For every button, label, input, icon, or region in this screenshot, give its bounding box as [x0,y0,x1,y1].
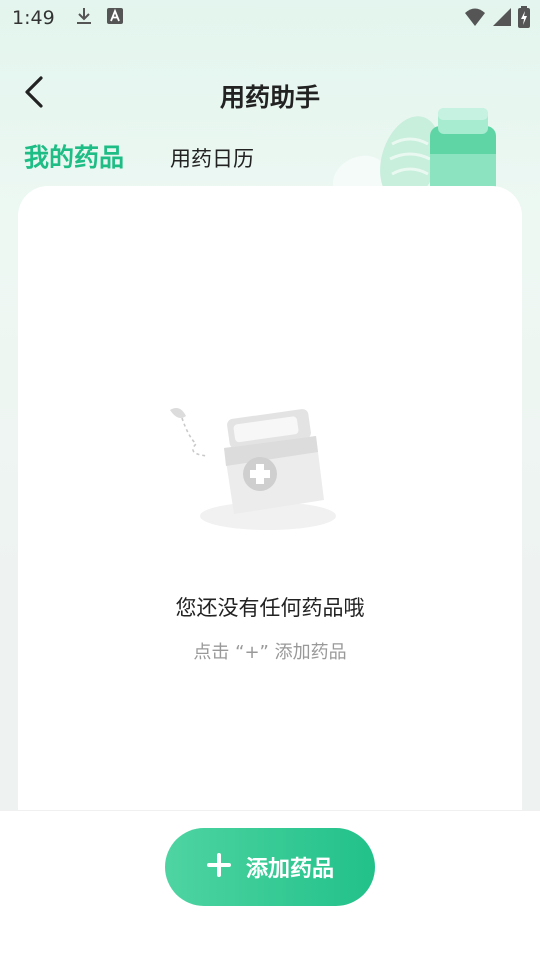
bottom-action-bar: 添加药品 [0,810,540,960]
tab-bar: 我的药品 用药日历 [24,138,254,174]
battery-icon [518,6,530,32]
a-app-icon [106,8,123,28]
status-bar: 1:49 [0,0,540,36]
empty-state-hint: 点击 “+” 添加药品 [193,642,347,663]
tab-my-medicines[interactable]: 我的药品 [24,138,124,174]
add-medicine-label: 添加药品 [245,857,334,882]
header-decoration [320,104,510,203]
empty-state-title: 您还没有任何药品哦 [175,596,365,620]
wifi-icon [464,7,486,31]
status-time: 1:49 [12,7,55,29]
medicine-box-icon [148,396,348,546]
signal-icon [492,7,512,31]
download-icon [75,6,93,30]
plus-icon [206,852,232,882]
add-medicine-button[interactable]: 添加药品 [165,828,375,906]
content-card: 您还没有任何药品哦 点击 “+” 添加药品 [18,186,522,826]
tab-medication-calendar[interactable]: 用药日历 [170,143,254,174]
